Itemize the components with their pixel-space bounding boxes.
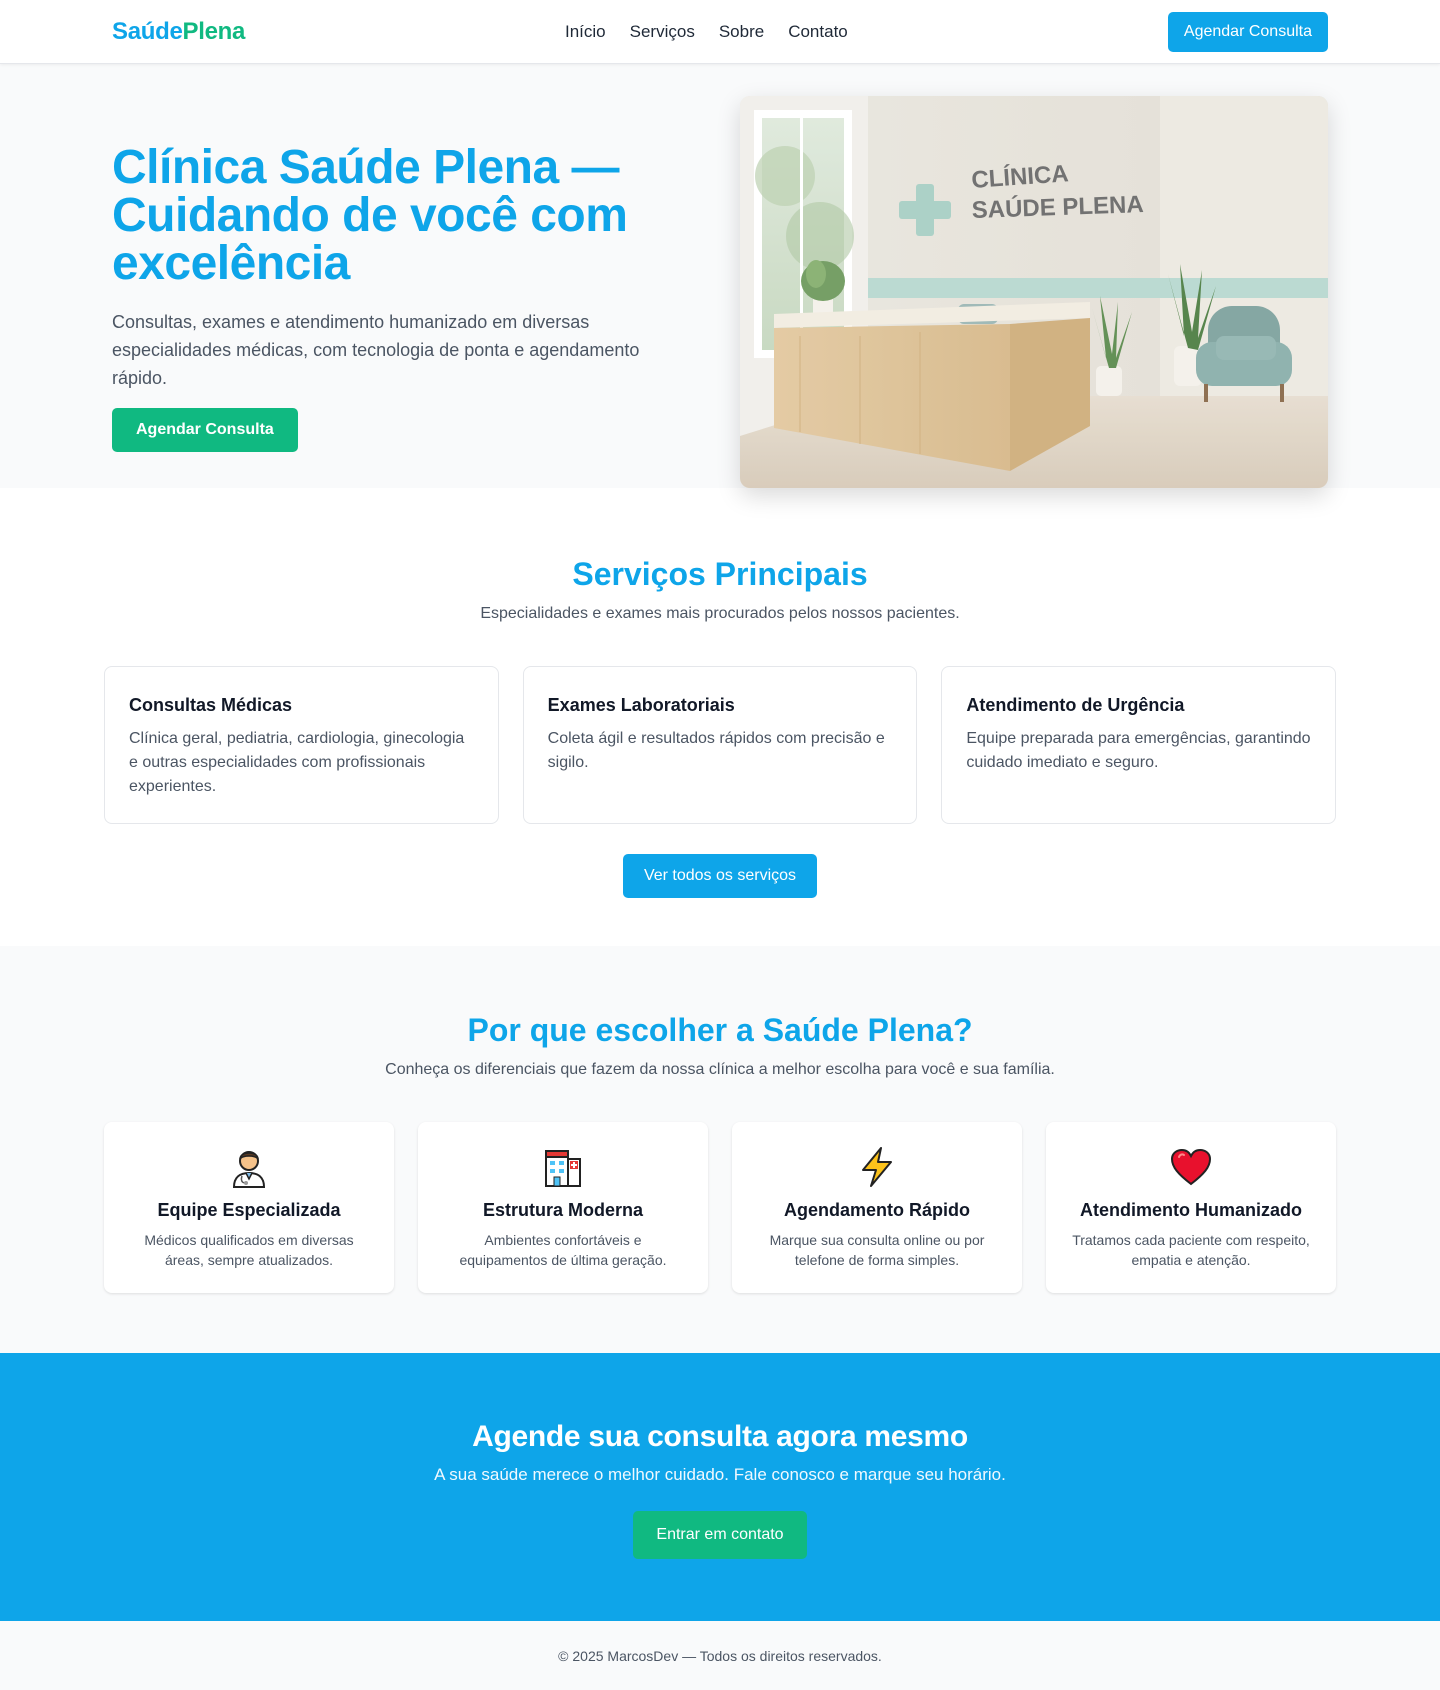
footer-copyright: © 2025 MarcosDev — Todos os direitos res…: [558, 1647, 882, 1664]
why-cards: Equipe Especializada Médicos qualificado…: [104, 1122, 1336, 1293]
why-section: Por que escolher a Saúde Plena? Conheça …: [0, 946, 1440, 1353]
navbar: SaúdePlena Início Serviços Sobre Contato…: [0, 0, 1440, 64]
why-card-title: Atendimento Humanizado: [1079, 1200, 1302, 1220]
why-card-text: Marque sua consulta online ou por telefo…: [769, 1232, 985, 1268]
why-card-text: Ambientes confortáveis e equipamentos de…: [459, 1232, 667, 1268]
hero-section: Clínica Saúde Plena — Cuidando de você c…: [0, 64, 1440, 488]
service-card-urgencia: Atendimento de Urgência Equipe preparada…: [941, 666, 1337, 824]
hospital-icon: [418, 1146, 708, 1188]
heart-icon: [1046, 1146, 1336, 1188]
why-card-title: Equipe Especializada: [157, 1200, 341, 1220]
why-card-text: Tratamos cada paciente com respeito, emp…: [1072, 1232, 1310, 1268]
service-card-title: Consultas Médicas: [129, 695, 293, 715]
service-card-consultas: Consultas Médicas Clínica geral, pediatr…: [104, 666, 499, 824]
why-card-title: Agendamento Rápido: [783, 1200, 970, 1220]
hero-subtitle: Consultas, exames e atendimento humaniza…: [112, 312, 640, 388]
lightning-icon: [732, 1146, 1022, 1188]
logo-part-2: Plena: [182, 18, 246, 45]
services-section: Serviços Principais Especialidades e exa…: [0, 488, 1440, 946]
cta-subtitle: A sua saúde merece o melhor cuidado. Fal…: [434, 1465, 1006, 1484]
cta-title: Agende sua consulta agora mesmo: [472, 1420, 968, 1453]
why-card-title: Estrutura Moderna: [482, 1200, 644, 1220]
service-card-title: Atendimento de Urgência: [966, 695, 1185, 715]
nav-link-inicio[interactable]: Início: [565, 22, 606, 42]
service-card-title: Exames Laboratoriais: [547, 695, 735, 715]
services-subtitle: Especialidades e exames mais procurados …: [480, 605, 960, 622]
doctor-icon: [104, 1146, 394, 1188]
hero-title: Clínica Saúde Plena — Cuidando de você c…: [112, 141, 628, 290]
why-card-text: Médicos qualificados em diversas áreas, …: [144, 1232, 354, 1268]
cta-section: Agende sua consulta agora mesmo A sua sa…: [0, 1353, 1440, 1621]
nav-link-contato[interactable]: Contato: [788, 22, 848, 42]
nav-link-sobre[interactable]: Sobre: [719, 22, 764, 42]
clinic-reception-image: CLÍNICA SAÚDE PLENA: [740, 96, 1328, 488]
hero-text: Clínica Saúde Plena — Cuidando de você c…: [112, 144, 712, 452]
nav-link-servicos[interactable]: Serviços: [630, 22, 695, 42]
service-card-exames: Exames Laboratoriais Coleta ágil e resul…: [522, 666, 918, 824]
service-card-text: Clínica geral, pediatria, cardiologia, g…: [129, 730, 465, 795]
why-card-atendimento: Atendimento Humanizado Tratamos cada pac…: [1046, 1122, 1336, 1293]
why-subtitle: Conheça os diferenciais que fazem da nos…: [385, 1061, 1055, 1078]
main-nav: Início Serviços Sobre Contato: [565, 22, 848, 42]
hero-schedule-button[interactable]: Agendar Consulta: [112, 408, 298, 452]
why-card-equipe: Equipe Especializada Médicos qualificado…: [104, 1122, 394, 1293]
all-services-button[interactable]: Ver todos os serviços: [622, 854, 818, 898]
logo-part-1: Saúde: [112, 18, 183, 45]
services-title: Serviços Principais: [572, 556, 868, 592]
nav-schedule-button[interactable]: Agendar Consulta: [1167, 12, 1328, 52]
why-title: Por que escolher a Saúde Plena?: [467, 1012, 973, 1048]
footer: © 2025 MarcosDev — Todos os direitos res…: [0, 1621, 1440, 1690]
service-card-text: Coleta ágil e resultados rápidos com pre…: [547, 730, 885, 771]
contact-button[interactable]: Entrar em contato: [633, 1511, 807, 1559]
service-cards: Consultas Médicas Clínica geral, pediatr…: [104, 666, 1337, 824]
why-card-agendamento: Agendamento Rápido Marque sua consulta o…: [732, 1122, 1022, 1293]
service-card-text: Equipe preparada para emergências, garan…: [966, 730, 1311, 771]
logo[interactable]: SaúdePlena: [112, 18, 245, 46]
why-card-estrutura: Estrutura Moderna Ambientes confortáveis…: [418, 1122, 708, 1293]
